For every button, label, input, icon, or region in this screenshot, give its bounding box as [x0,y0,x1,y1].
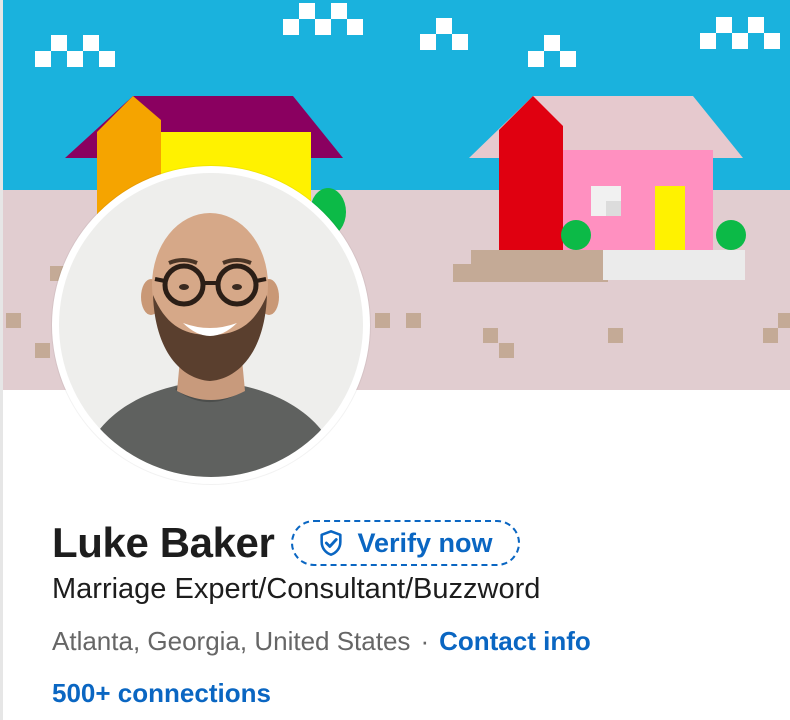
shield-check-icon [320,530,343,556]
connections-link[interactable]: 500+ connections [52,678,271,709]
profile-card: Luke Baker Verify now Marriage Expert/Co… [0,0,790,720]
profile-headline: Marriage Expert/Consultant/Buzzword [52,573,541,605]
profile-location: Atlanta, Georgia, United States [52,626,411,656]
name-row: Luke Baker Verify now [52,514,520,572]
profile-photo[interactable] [52,166,370,484]
profile-name: Luke Baker [52,519,275,566]
contact-info-link[interactable]: Contact info [439,626,591,657]
avatar [59,173,363,477]
location-row: Atlanta, Georgia, United States · Contac… [52,626,591,657]
verify-now-label: Verify now [357,527,493,558]
separator-dot: · [420,626,430,656]
verify-now-button[interactable]: Verify now [291,520,520,566]
